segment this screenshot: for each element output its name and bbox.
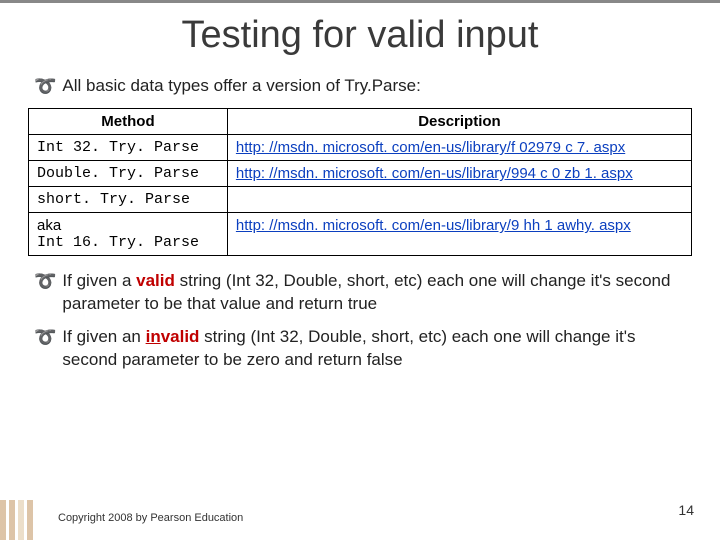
method-cell: Int 32. Try. Parse	[29, 135, 228, 161]
aka-label: aka	[37, 217, 219, 234]
methods-table: Method Description Int 32. Try. Parse ht…	[28, 108, 692, 256]
table-row: Int 32. Try. Parse http: //msdn. microso…	[29, 135, 692, 161]
invalid-prefix: in	[146, 327, 161, 346]
invalid-suffix: valid	[161, 327, 200, 346]
page-title: Testing for valid input	[28, 14, 692, 57]
bullet-icon: ➰	[34, 75, 56, 98]
copyright: Copyright 2008 by Pearson Education	[58, 512, 243, 524]
valid-word: valid	[136, 271, 175, 290]
slide-number: 14	[678, 502, 694, 518]
msdn-link[interactable]: http: //msdn. microsoft. com/en-us/libra…	[236, 165, 633, 182]
bullet-icon: ➰	[34, 326, 56, 349]
intro-text: All basic data types offer a version of …	[62, 75, 420, 98]
table-header-row: Method Description	[29, 109, 692, 135]
method-cell: Double. Try. Parse	[29, 161, 228, 187]
bullet-invalid: ➰ If given an invalid string (Int 32, Do…	[28, 326, 692, 372]
bullet-icon: ➰	[34, 270, 56, 293]
msdn-link[interactable]: http: //msdn. microsoft. com/en-us/libra…	[236, 217, 631, 234]
intro-bullet: ➰ All basic data types offer a version o…	[28, 75, 692, 98]
table-row: short. Try. Parse	[29, 187, 692, 213]
t: If given an	[62, 327, 145, 346]
bullet-valid: ➰ If given a valid string (Int 32, Doubl…	[28, 270, 692, 316]
bullet-text: If given an invalid string (Int 32, Doub…	[62, 326, 692, 372]
t: If given a	[62, 271, 136, 290]
decorative-bars	[0, 500, 36, 540]
slide: Testing for valid input ➰ All basic data…	[0, 0, 720, 540]
bullet-text: If given a valid string (Int 32, Double,…	[62, 270, 692, 316]
table-row: Double. Try. Parse http: //msdn. microso…	[29, 161, 692, 187]
desc-cell	[227, 187, 691, 213]
method-cell: aka Int 16. Try. Parse	[29, 213, 228, 256]
table-row: aka Int 16. Try. Parse http: //msdn. mic…	[29, 213, 692, 256]
method-cell: short. Try. Parse	[29, 187, 228, 213]
desc-cell: http: //msdn. microsoft. com/en-us/libra…	[227, 161, 691, 187]
msdn-link[interactable]: http: //msdn. microsoft. com/en-us/libra…	[236, 139, 625, 156]
desc-cell: http: //msdn. microsoft. com/en-us/libra…	[227, 135, 691, 161]
col-description: Description	[227, 109, 691, 135]
method-mono: Int 16. Try. Parse	[37, 234, 219, 251]
col-method: Method	[29, 109, 228, 135]
desc-cell: http: //msdn. microsoft. com/en-us/libra…	[227, 213, 691, 256]
